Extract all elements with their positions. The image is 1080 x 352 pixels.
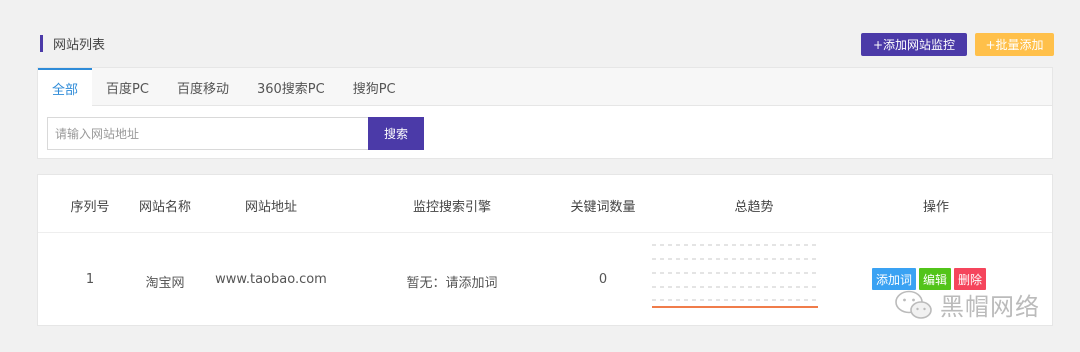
row-site-name: 淘宝网 <box>145 276 185 291</box>
tab-baidu-mobile[interactable]: 百度移动 <box>163 68 243 106</box>
row-keyword-count: 0 <box>598 272 608 287</box>
search-row: 请输入网站地址 搜索 <box>47 117 424 150</box>
watermark: 黑帽网络 <box>894 287 1040 322</box>
tab-sogou-pc[interactable]: 搜狗PC <box>339 68 410 106</box>
row-index: 1 <box>85 272 95 287</box>
search-input[interactable]: 请输入网站地址 <box>47 117 368 150</box>
tab-360-pc[interactable]: 360搜索PC <box>243 68 339 106</box>
column-header-actions: 操作 <box>922 200 950 215</box>
table-header: 序列号 网站名称 网站地址 监控搜索引擎 关键词数量 总趋势 操作 <box>38 175 1052 233</box>
column-header-name: 网站名称 <box>138 200 192 215</box>
page-title: 网站列表 <box>53 38 106 53</box>
page-header: 网站列表 +添加网站监控 +批量添加 <box>40 32 1054 56</box>
tab-baidu-pc[interactable]: 百度PC <box>92 68 163 106</box>
engine-tabs: 全部 百度PC 百度移动 360搜索PC 搜狗PC <box>38 68 1052 107</box>
row-engine: 暂无：请添加词 <box>406 276 498 291</box>
batch-add-button[interactable]: +批量添加 <box>975 33 1054 56</box>
trend-sparkline <box>652 244 818 308</box>
column-header-url: 网站地址 <box>244 200 298 215</box>
add-website-monitor-button[interactable]: +添加网站监控 <box>861 33 967 56</box>
search-button[interactable]: 搜索 <box>368 117 424 150</box>
column-header-engine: 监控搜索引擎 <box>412 200 492 215</box>
column-header-trend: 总趋势 <box>734 200 774 215</box>
filter-panel: 全部 百度PC 百度移动 360搜索PC 搜狗PC 请输入网站地址 搜索 <box>37 67 1053 159</box>
tab-all[interactable]: 全部 <box>38 68 93 107</box>
title-accent-bar <box>40 35 43 52</box>
column-header-keywords: 关键词数量 <box>570 200 636 215</box>
row-site-url: www.taobao.com <box>215 272 327 287</box>
column-header-index: 序列号 <box>70 200 110 215</box>
wechat-icon <box>895 290 932 319</box>
watermark-text: 黑帽网络 <box>940 293 1040 321</box>
